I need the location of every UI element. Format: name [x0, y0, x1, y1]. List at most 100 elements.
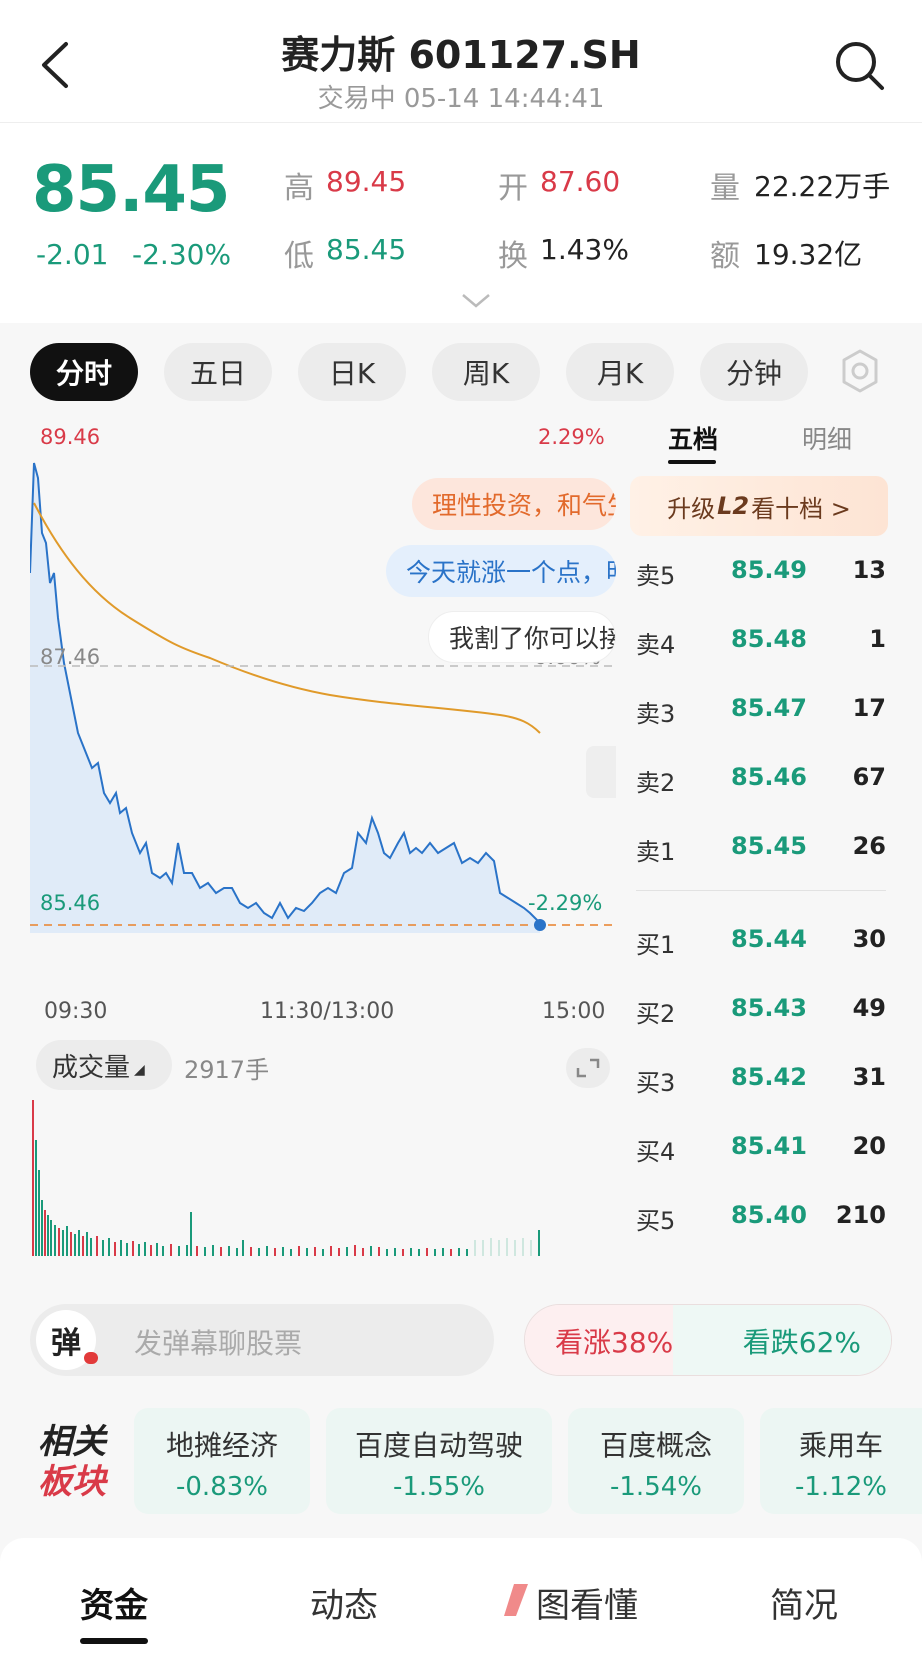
tab-five-levels[interactable]: 五档 [668, 420, 718, 456]
ask-row[interactable]: 卖4 85.48 1 [636, 625, 886, 665]
fullscreen-icon[interactable] [566, 1048, 610, 1088]
bid-row[interactable]: 买1 85.44 30 [636, 925, 886, 965]
sector-card[interactable]: 地摊经济 -0.83% [134, 1408, 310, 1514]
volume-value: 2917手 [184, 1056, 270, 1084]
one-chart-logo-icon [504, 1584, 528, 1616]
bid-row[interactable]: 买3 85.42 31 [636, 1063, 886, 1103]
ask-volume: 13 [852, 556, 886, 584]
tab-overview[interactable]: 简况 [770, 1578, 838, 1627]
order-book-divider [636, 890, 886, 891]
sector-name: 乘用车 [798, 1429, 883, 1462]
related-sectors-title: 相关 板块 [38, 1422, 106, 1502]
bid-price: 85.43 [731, 994, 807, 1022]
open-value: 87.60 [540, 165, 621, 198]
tab-news[interactable]: 动态 [310, 1578, 378, 1627]
ask-volume: 1 [869, 625, 886, 653]
volume-indicator-select[interactable]: 成交量 ◢ [36, 1040, 172, 1090]
danmu-bubble: 理性投资，和气生财 [412, 478, 616, 530]
tab-underline [80, 1638, 148, 1644]
x-label-close: 15:00 [542, 999, 606, 1024]
bid-row[interactable]: 买5 85.40 210 [636, 1201, 886, 1241]
bid-level: 买1 [636, 931, 676, 959]
current-price-dot [534, 919, 546, 931]
intraday-chart[interactable]: 89.46 2.29% 87.46 0.00% 85.46 -2.29% 09:… [30, 425, 616, 1024]
x-label-midday: 11:30/13:00 [260, 999, 395, 1024]
low-label: 低 [284, 239, 314, 274]
sector-card[interactable]: 百度概念 -1.54% [568, 1408, 744, 1514]
bid-volume: 49 [852, 994, 886, 1022]
y-bottom-price: 85.46 [40, 891, 101, 915]
tab-weekly-k[interactable]: 周K [432, 343, 540, 401]
tab-chart-explain[interactable]: 图看懂 [536, 1578, 638, 1627]
ask-level: 卖5 [636, 562, 676, 590]
y-bottom-pct: -2.29% [528, 891, 603, 915]
ask-volume: 17 [852, 694, 886, 722]
page-title: 赛力斯 601127.SH [281, 33, 641, 77]
tab-monthly-k[interactable]: 月K [566, 343, 674, 401]
tab-5day[interactable]: 五日 [164, 343, 272, 401]
chevron-down-icon[interactable] [461, 293, 491, 309]
sector-change: -0.83% [176, 1472, 268, 1502]
bid-price: 85.42 [731, 1063, 807, 1091]
tab-intraday[interactable]: 分时 [30, 343, 138, 401]
bid-price: 85.40 [731, 1201, 807, 1229]
price-change: -2.01 [36, 238, 109, 271]
sector-card[interactable]: 百度自动驾驶 -1.55% [326, 1408, 552, 1514]
volume-label: 量 [710, 171, 740, 206]
vote-down-button[interactable]: 看跌62% [673, 1305, 891, 1375]
volume-indicator-label: 成交量 [52, 1052, 131, 1083]
bid-row[interactable]: 买4 85.41 20 [636, 1132, 886, 1172]
danmu-icon-label: 弹 [51, 1326, 81, 1361]
volume-bars [32, 1100, 540, 1256]
danmu-input-placeholder[interactable]: 发弹幕聊股票 [134, 1322, 302, 1362]
amount-value: 19.32亿 [754, 238, 863, 271]
volume-bar-group [32, 1100, 540, 1256]
upgrade-label: 升级 [667, 494, 716, 523]
triangle-down-icon: ◢ [134, 1062, 145, 1078]
bid-level: 买4 [636, 1138, 676, 1166]
danmu-bubble: 我割了你可以接 [428, 611, 616, 663]
sector-change: -1.55% [393, 1472, 485, 1502]
sector-name: 地摊经济 [165, 1429, 278, 1462]
ask-price: 85.47 [731, 694, 807, 722]
y-mid-price: 87.46 [40, 645, 101, 669]
bid-volume: 210 [835, 1201, 886, 1229]
tab-daily-k[interactable]: 日K [298, 343, 406, 401]
bid-row[interactable]: 买2 85.43 49 [636, 994, 886, 1034]
ask-level: 卖2 [636, 769, 676, 797]
search-icon[interactable] [832, 38, 886, 92]
ask-price: 85.46 [731, 763, 807, 791]
bid-volume: 20 [852, 1132, 886, 1160]
bid-level: 买3 [636, 1069, 676, 1097]
tab-minute[interactable]: 分钟 [700, 343, 808, 401]
ask-row[interactable]: 卖5 85.49 13 [636, 556, 886, 596]
sector-name: 百度自动驾驶 [354, 1429, 523, 1462]
ask-price: 85.49 [731, 556, 807, 584]
tab-funds[interactable]: 资金 [80, 1578, 148, 1627]
sector-card[interactable]: 乘用车 -1.12% [760, 1408, 922, 1514]
bid-level: 买5 [636, 1207, 676, 1235]
gear-icon[interactable] [836, 347, 884, 395]
ask-row[interactable]: 卖3 85.47 17 [636, 694, 886, 734]
trading-status: 交易中 05-14 14:44:41 [317, 84, 605, 114]
danmu-icon[interactable]: 弹 [36, 1310, 98, 1370]
danmu-bubble: 今天就涨一个点，明 [386, 545, 616, 597]
x-label-open: 09:30 [44, 999, 108, 1024]
turnover-label: 换 [498, 239, 528, 274]
ask-price: 85.48 [731, 625, 807, 653]
bid-level: 买2 [636, 1000, 676, 1028]
vote-up-button[interactable]: 看涨38% [525, 1305, 675, 1375]
chart-expand-handle[interactable] [586, 746, 616, 798]
danmu-input-bar[interactable]: 弹 发弹幕聊股票 [30, 1304, 494, 1376]
last-price: 85.45 [32, 153, 230, 227]
period-tabs: 分时 五日 日K 周K 月K 分钟 [0, 323, 922, 423]
low-value: 85.45 [326, 233, 407, 266]
ask-row[interactable]: 卖2 85.46 67 [636, 763, 886, 803]
bid-volume: 31 [852, 1063, 886, 1091]
ask-row[interactable]: 卖1 85.45 26 [636, 832, 886, 872]
tab-details[interactable]: 明细 [802, 420, 852, 456]
upgrade-l2-button[interactable]: 升级 L2 看十档 > [630, 476, 888, 536]
top-bar: 赛力斯 601127.SH 交易中 05-14 14:44:41 [0, 0, 922, 123]
bid-volume: 30 [852, 925, 886, 953]
bid-price: 85.41 [731, 1132, 807, 1160]
